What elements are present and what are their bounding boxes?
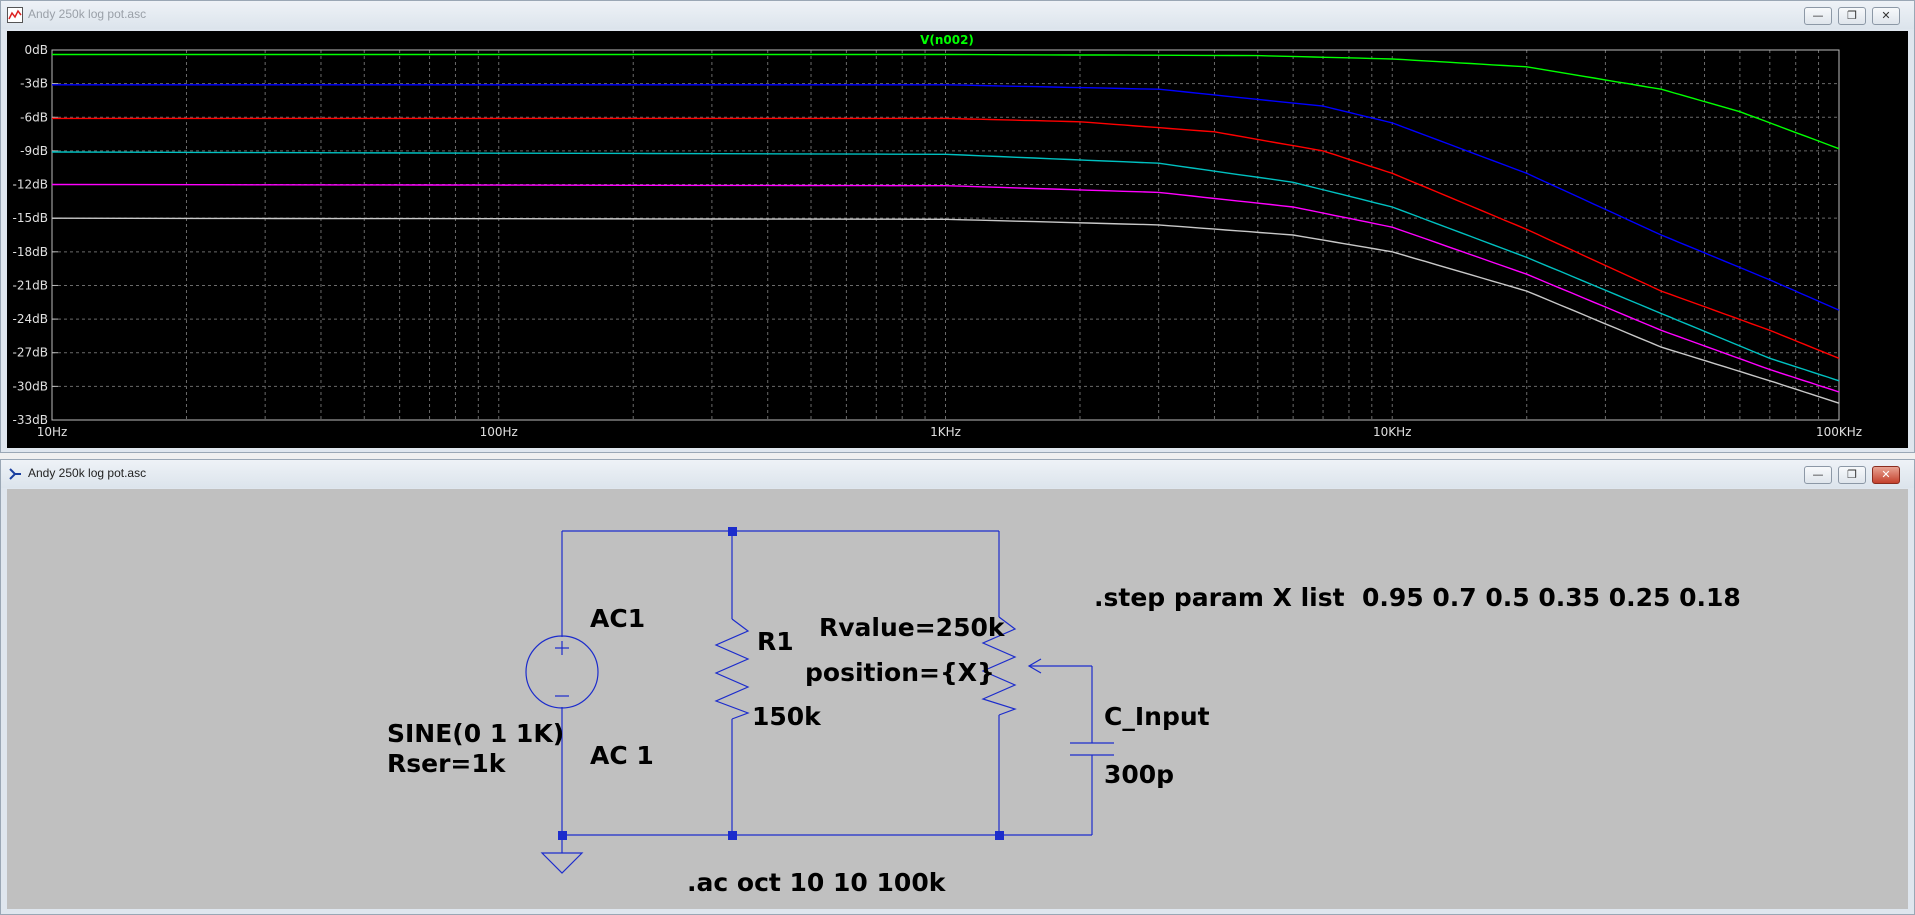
source-ac-label[interactable]: AC 1 — [590, 741, 654, 770]
y-tick-label: -3dB — [20, 77, 48, 91]
schematic-window-title: Andy 250k log pot.asc — [28, 466, 147, 480]
y-tick-label: -30dB — [13, 379, 48, 393]
r1-name-label[interactable]: R1 — [757, 627, 794, 656]
schematic-icon — [9, 468, 21, 480]
restore-button[interactable]: ❐ — [1838, 7, 1866, 25]
schematic-canvas[interactable]: AC1 SINE(0 1 1K) Rser=1k AC 1 R1 150k Rv… — [7, 489, 1908, 909]
source-name-label[interactable]: AC1 — [590, 604, 645, 633]
source-value-label[interactable]: SINE(0 1 1K) — [387, 719, 564, 748]
bode-plot[interactable]: 0dB -3dB -6dB -9dB -12dB -15dB -18dB -21dB -24dB… — [7, 31, 1908, 448]
restore-button[interactable]: ❐ — [1838, 466, 1866, 484]
minimize-button[interactable]: — — [1804, 7, 1832, 25]
close-button[interactable]: ✕ — [1872, 7, 1900, 25]
plot-window: Andy 250k log pot.asc — ❐ ✕ 0dB -3dB -6dB -… — [0, 0, 1915, 453]
close-button[interactable]: ✕ — [1872, 466, 1900, 484]
plot-pane[interactable]: 0dB -3dB -6dB -9dB -12dB -15dB -18dB -21dB -24dB… — [7, 31, 1908, 448]
minimize-button[interactable]: — — [1804, 466, 1832, 484]
junction-dot[interactable] — [995, 831, 1004, 840]
pot-position-label[interactable]: position={X} — [805, 658, 995, 687]
x-tick-label: 1KHz — [930, 425, 961, 439]
y-tick-label: -15dB — [13, 211, 48, 225]
capacitor-name-label[interactable]: C_Input — [1104, 702, 1210, 731]
y-tick-label: -21dB — [13, 278, 48, 292]
schematic-window: Andy 250k log pot.asc — ❐ ✕ AC1 SINE(0 1… — [0, 459, 1915, 915]
x-tick-label: 100KHz — [1816, 425, 1862, 439]
ac-directive[interactable]: .ac oct 10 10 100k — [687, 868, 947, 897]
junction-dot[interactable] — [558, 831, 567, 840]
y-tick-label: -27dB — [13, 346, 48, 360]
trace-label[interactable]: V(n002) — [920, 33, 974, 47]
y-tick-label: 0dB — [25, 43, 48, 57]
r1-value-label[interactable]: 150k — [752, 702, 822, 731]
pot-rvalue-label[interactable]: Rvalue=250k — [819, 613, 1006, 642]
x-tick-label: 10KHz — [1373, 425, 1411, 439]
junction-dot[interactable] — [728, 527, 737, 536]
plot-window-title: Andy 250k log pot.asc — [28, 7, 147, 21]
y-tick-label: -6dB — [20, 110, 48, 124]
y-tick-label: -12dB — [13, 178, 48, 192]
capacitor-value-label[interactable]: 300p — [1104, 760, 1174, 789]
plot-grid — [52, 50, 1839, 420]
y-tick-label: -24dB — [13, 312, 48, 326]
waveform-icon — [7, 7, 23, 23]
resistor-r1-symbol[interactable] — [714, 618, 750, 720]
x-tick-label: 100Hz — [480, 425, 518, 439]
schematic-titlebar[interactable]: Andy 250k log pot.asc — ❐ ✕ — [1, 460, 1914, 488]
y-tick-label: -18dB — [13, 245, 48, 259]
plot-axes: 0dB -3dB -6dB -9dB -12dB -15dB -18dB -21dB -24dB… — [13, 43, 1863, 439]
y-tick-label: -9dB — [20, 144, 48, 158]
plot-titlebar[interactable]: Andy 250k log pot.asc — ❐ ✕ — [1, 1, 1914, 29]
schematic-drawing[interactable]: AC1 SINE(0 1 1K) Rser=1k AC 1 R1 150k Rv… — [7, 489, 1908, 909]
junction-dot[interactable] — [728, 831, 737, 840]
trace-line-5 — [51, 183, 1840, 393]
source-rser-label[interactable]: Rser=1k — [387, 749, 507, 778]
x-tick-label: 10Hz — [37, 425, 68, 439]
ground-icon[interactable] — [540, 852, 584, 874]
step-directive[interactable]: .step param X list 0.95 0.7 0.5 0.35 0.2… — [1094, 583, 1741, 612]
